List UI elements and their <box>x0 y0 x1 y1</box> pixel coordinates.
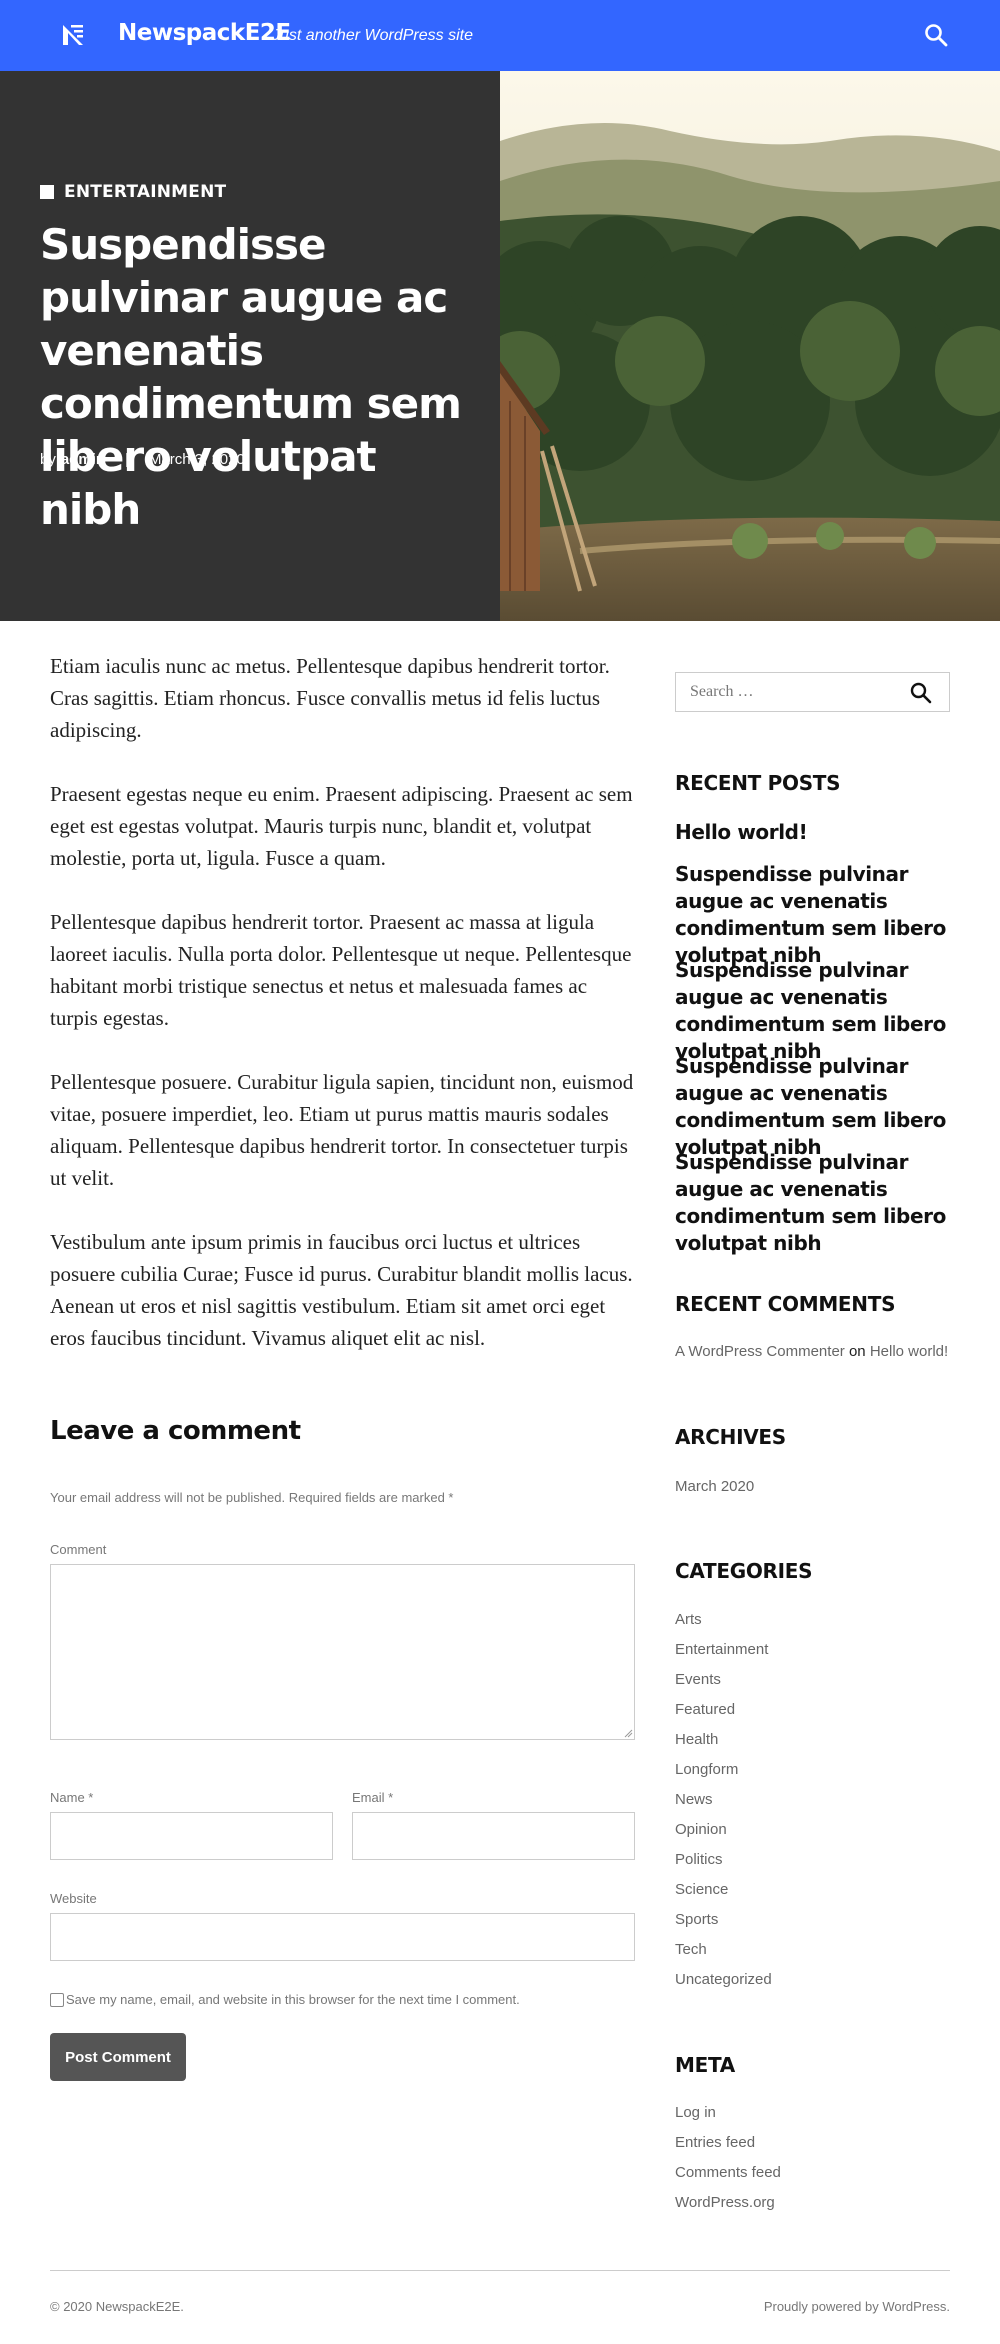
paragraph: Vestibulum ante ipsum primis in faucibus… <box>50 1230 633 1350</box>
category-link-science[interactable]: Science <box>675 1881 728 1898</box>
category-link-events[interactable]: Events <box>675 1671 721 1688</box>
post-content: Etiam iaculis nunc ac metus. Pellentesqu… <box>50 650 640 1386</box>
category-link-featured[interactable]: Featured <box>675 1701 735 1718</box>
category-badge[interactable]: ENTERTAINMENT <box>40 182 226 202</box>
category-label[interactable]: ENTERTAINMENT <box>64 182 226 202</box>
recent-comments-title: RECENT COMMENTS <box>675 1292 896 1316</box>
category-link-arts[interactable]: Arts <box>675 1611 702 1628</box>
comment-author-link[interactable]: A WordPress Commenter <box>675 1343 845 1360</box>
footer-copyright: © 2020 NewspackE2E. <box>50 2299 184 2314</box>
recent-post-link[interactable]: Hello world! <box>675 819 960 846</box>
comment-post-link[interactable]: Hello world! <box>870 1343 948 1360</box>
category-square-icon <box>40 185 54 199</box>
recent-post-link[interactable]: Suspendisse pulvinar augue ac venenatis … <box>675 861 960 969</box>
paragraph: Pellentesque posuere. Curabitur ligula s… <box>50 1070 634 1190</box>
website-field[interactable] <box>50 1913 635 1961</box>
search-icon[interactable] <box>909 681 933 705</box>
recent-post-link[interactable]: Suspendisse pulvinar augue ac venenatis … <box>675 1149 960 1257</box>
paragraph: Pellentesque dapibus hendrerit tortor. P… <box>50 910 632 1030</box>
search-icon[interactable] <box>923 22 949 48</box>
post-meta: by admin | March 3, 2020 <box>40 451 245 468</box>
category-link-health[interactable]: Health <box>675 1731 718 1748</box>
recent-post-link[interactable]: Suspendisse pulvinar augue ac venenatis … <box>675 1053 960 1161</box>
category-link-politics[interactable]: Politics <box>675 1851 723 1868</box>
comment-textarea[interactable] <box>50 1564 635 1740</box>
save-info-label: Save my name, email, and website in this… <box>66 1992 520 2007</box>
on-label: on <box>848 1343 866 1360</box>
categories-title: CATEGORIES <box>675 1559 813 1583</box>
by-label: by <box>40 451 56 468</box>
newspack-logo-icon[interactable] <box>58 20 88 50</box>
author-link[interactable]: admin <box>61 451 105 468</box>
site-header: NewspackE2E Just another WordPress site <box>0 0 1000 71</box>
email-field[interactable] <box>352 1812 635 1860</box>
category-link-tech[interactable]: Tech <box>675 1941 707 1958</box>
featured-image <box>500 71 1000 621</box>
category-link-longform[interactable]: Longform <box>675 1761 738 1778</box>
landscape-image <box>500 71 1000 621</box>
footer-divider <box>50 2270 950 2271</box>
site-title[interactable]: NewspackE2E <box>118 20 291 46</box>
meta-separator: | <box>125 451 129 468</box>
paragraph: Praesent egestas neque eu enim. Praesent… <box>50 782 633 870</box>
resize-handle-icon[interactable] <box>623 1728 633 1738</box>
category-link-sports[interactable]: Sports <box>675 1911 718 1928</box>
site-tagline: Just another WordPress site <box>272 27 473 44</box>
save-info-checkbox[interactable] <box>50 1993 64 2007</box>
meta-link-login[interactable]: Log in <box>675 2104 716 2121</box>
meta-title: META <box>675 2053 735 2077</box>
name-label: Name * <box>50 1790 94 1805</box>
comment-form-title: Leave a comment <box>50 1416 301 1446</box>
category-link-news[interactable]: News <box>675 1791 713 1808</box>
name-field[interactable] <box>50 1812 333 1860</box>
paragraph: Etiam iaculis nunc ac metus. Pellentesqu… <box>50 654 610 742</box>
meta-link-comments-feed[interactable]: Comments feed <box>675 2164 781 2181</box>
category-link-uncategorized[interactable]: Uncategorized <box>675 1971 772 1988</box>
post-date: March 3, 2020 <box>148 451 245 468</box>
footer-powered-by[interactable]: Proudly powered by WordPress. <box>764 2299 950 2314</box>
comment-label: Comment <box>50 1542 107 1557</box>
post-comment-button[interactable]: Post Comment <box>50 2033 186 2081</box>
archives-title: ARCHIVES <box>675 1425 786 1449</box>
recent-post-link[interactable]: Suspendisse pulvinar augue ac venenatis … <box>675 957 960 1065</box>
recent-comment-item: A WordPress Commenter on Hello world! <box>675 1343 948 1360</box>
post-title: Suspendisse pulvinar augue ac venenatis … <box>40 220 462 534</box>
meta-link-wordpress-org[interactable]: WordPress.org <box>675 2194 775 2211</box>
website-label: Website <box>50 1891 97 1906</box>
hero: ENTERTAINMENT Suspendisse pulvinar augue… <box>0 71 1000 621</box>
sidebar-search-input[interactable]: Search … <box>675 672 950 712</box>
category-link-opinion[interactable]: Opinion <box>675 1821 727 1838</box>
email-label: Email * <box>352 1790 394 1805</box>
hero-panel: ENTERTAINMENT Suspendisse pulvinar augue… <box>0 71 500 621</box>
recent-posts-title: RECENT POSTS <box>675 771 841 795</box>
comment-notes: Your email address will not be published… <box>50 1490 454 1505</box>
archive-link[interactable]: March 2020 <box>675 1478 754 1495</box>
category-link-entertainment[interactable]: Entertainment <box>675 1641 768 1658</box>
search-placeholder: Search … <box>690 683 754 700</box>
meta-link-entries-feed[interactable]: Entries feed <box>675 2134 755 2151</box>
